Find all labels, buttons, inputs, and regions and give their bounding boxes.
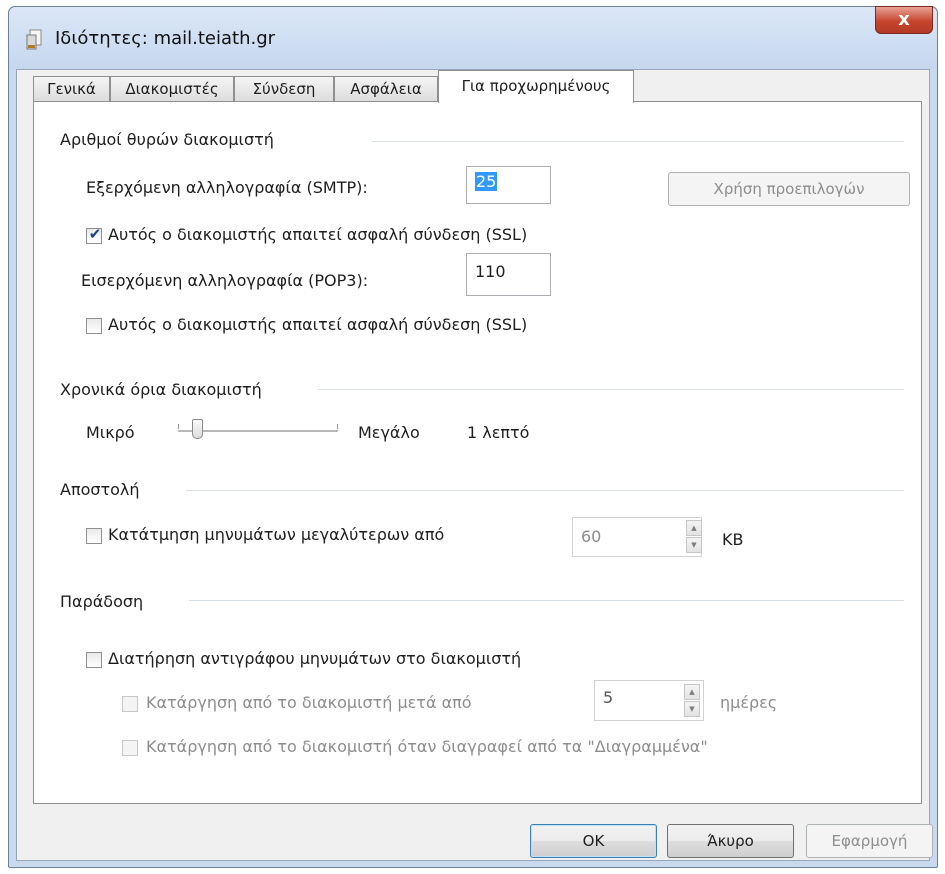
- pop3-port-value: 110: [475, 262, 506, 281]
- timeout-slider-thumb[interactable]: [191, 419, 203, 439]
- use-defaults-button[interactable]: Χρήση προεπιλογών: [668, 172, 910, 206]
- apply-button[interactable]: Εφαρμογή: [806, 824, 933, 858]
- remove-after-spinner[interactable]: ▲ ▼: [684, 684, 700, 718]
- title-bar[interactable]: Ιδιότητες: mail.teiath.gr x: [9, 6, 937, 69]
- timeout-min-label: Μικρό: [86, 423, 135, 442]
- days-unit-label: ημέρες: [720, 693, 778, 712]
- spin-up-icon[interactable]: ▲: [686, 520, 702, 536]
- close-icon: x: [898, 9, 910, 30]
- smtp-port-label: Εξερχόμενη αλληλογραφία (SMTP):: [86, 178, 368, 197]
- remove-after-days-value: 5: [603, 688, 614, 707]
- timeout-value-label: 1 λεπτό: [467, 423, 530, 442]
- pop3-ssl-checkbox[interactable]: [86, 318, 102, 334]
- tab-security[interactable]: Ασφάλεια: [334, 76, 438, 102]
- tab-general[interactable]: Γενικά: [33, 76, 110, 102]
- timeouts-group-label: Χρονικά όρια διακομιστή: [60, 380, 262, 399]
- split-size-spinner[interactable]: ▲ ▼: [686, 520, 702, 554]
- smtp-ssl-checkbox[interactable]: ✔: [86, 225, 102, 244]
- sending-separator: [186, 490, 904, 491]
- split-messages-label: Κατάτμηση μηνυμάτων μεγαλύτερων από: [108, 525, 445, 544]
- split-size-value: 60: [581, 527, 602, 546]
- timeouts-separator: [318, 389, 904, 390]
- remove-after-checkbox[interactable]: [122, 696, 138, 712]
- spin-down-icon[interactable]: ▼: [686, 537, 702, 553]
- window-title: Ιδιότητες: mail.teiath.gr: [55, 28, 276, 49]
- pop3-ssl-label: Αυτός ο διακομιστής απαιτεί ασφαλή σύνδε…: [108, 315, 528, 334]
- smtp-port-input[interactable]: 25: [466, 166, 551, 204]
- smtp-ssl-label: Αυτός ο διακομιστής απαιτεί ασφαλή σύνδε…: [108, 225, 528, 244]
- tab-advanced[interactable]: Για προχωρημένους: [438, 70, 634, 103]
- smtp-port-value: 25: [475, 172, 498, 191]
- ports-group-label: Αριθμοί θυρών διακομιστή: [60, 130, 274, 149]
- slider-tick: [337, 424, 338, 429]
- remove-when-deleted-checkbox[interactable]: [122, 740, 138, 756]
- keep-copy-checkbox[interactable]: [86, 652, 102, 668]
- window-icon: [26, 29, 42, 50]
- sending-group-label: Αποστολή: [60, 480, 140, 499]
- delivery-group-label: Παράδοση: [60, 592, 144, 611]
- split-size-input[interactable]: 60: [572, 517, 702, 557]
- tab-connection[interactable]: Σύνδεση: [234, 76, 334, 102]
- delivery-separator: [189, 600, 904, 601]
- checkmark-icon: ✔: [88, 225, 102, 243]
- ok-button[interactable]: OK: [530, 824, 657, 858]
- remove-when-deleted-label: Κατάργηση από το διακομιστή όταν διαγραφ…: [146, 737, 708, 756]
- cancel-button[interactable]: Άκυρο: [667, 824, 794, 858]
- pop3-port-label: Εισερχόμενη αλληλογραφία (POP3):: [81, 271, 369, 290]
- split-messages-checkbox[interactable]: [86, 528, 102, 544]
- ports-separator: [372, 141, 904, 142]
- split-size-unit: KB: [722, 530, 744, 549]
- remove-after-label: Κατάργηση από το διακομιστή μετά από: [146, 693, 472, 712]
- spin-up-icon[interactable]: ▲: [684, 684, 700, 700]
- tab-servers[interactable]: Διακομιστές: [110, 76, 234, 102]
- spin-down-icon[interactable]: ▼: [684, 701, 700, 717]
- pop3-port-input[interactable]: 110: [466, 253, 551, 296]
- slider-tick: [178, 424, 179, 429]
- timeout-max-label: Μεγάλο: [358, 423, 420, 442]
- keep-copy-label: Διατήρηση αντιγράφου μηνυμάτων στο διακο…: [108, 649, 522, 668]
- close-button[interactable]: x: [875, 6, 933, 34]
